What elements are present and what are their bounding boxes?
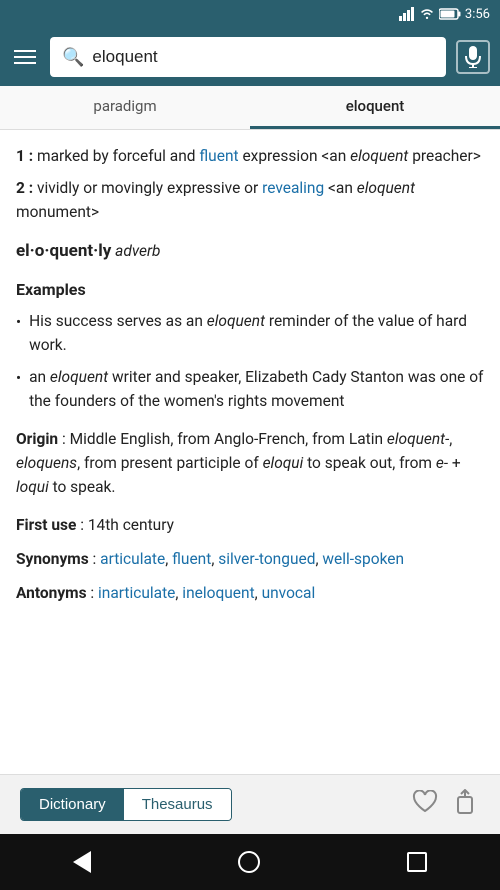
bullet-2: • — [16, 367, 21, 390]
origin-text: : Middle English, from Anglo-French, fro… — [16, 430, 461, 496]
signal-icon — [399, 7, 415, 21]
adverb-pos: adverb — [115, 242, 160, 260]
origin-label: Origin — [16, 430, 58, 448]
bullet-1: • — [16, 311, 21, 334]
antonym-inarticulate[interactable]: inarticulate — [98, 584, 175, 602]
share-icon[interactable] — [456, 789, 480, 821]
favorite-icon[interactable] — [412, 790, 438, 820]
back-button[interactable] — [73, 851, 91, 873]
nav-bar — [0, 834, 500, 890]
synonyms-section: Synonyms : articulate, fluent, silver-to… — [16, 547, 484, 571]
example-2: • an eloquent writer and speaker, Elizab… — [16, 365, 484, 413]
antonyms-colon: : — [90, 584, 98, 602]
first-use-section: First use : 14th century — [16, 513, 484, 537]
definition-1: 1 : marked by forceful and fluent expres… — [16, 144, 484, 168]
synonyms-colon: : — [93, 550, 101, 568]
adverb-word: el·o·quent·ly — [16, 241, 111, 261]
synonym-well-spoken[interactable]: well-spoken — [322, 550, 404, 568]
tab-eloquent[interactable]: eloquent — [250, 86, 500, 129]
bottom-toolbar: Dictionary Thesaurus — [0, 774, 500, 834]
battery-icon — [439, 8, 461, 20]
synonym-fluent[interactable]: fluent — [172, 550, 211, 568]
dict-thes-toggle: Dictionary Thesaurus — [20, 788, 232, 821]
time-display: 3:56 — [465, 7, 490, 22]
share-svg — [456, 789, 480, 815]
origin-section: Origin : Middle English, from Anglo-Fren… — [16, 427, 484, 499]
thesaurus-toggle[interactable]: Thesaurus — [124, 789, 231, 820]
status-bar: 3:56 — [0, 0, 500, 28]
definition-2: 2 : vividly or movingly expressive or re… — [16, 176, 484, 224]
content-area: 1 : marked by forceful and fluent expres… — [0, 130, 500, 774]
def-2-link-revealing[interactable]: revealing — [262, 179, 324, 197]
examples-section: Examples • His success serves as an eloq… — [16, 278, 484, 413]
example-2-text: an eloquent writer and speaker, Elizabet… — [29, 365, 484, 413]
antonyms-label: Antonyms — [16, 584, 87, 602]
heart-svg — [412, 790, 438, 814]
hamburger-button[interactable] — [10, 46, 40, 68]
example-1: • His success serves as an eloquent remi… — [16, 309, 484, 357]
synonym-silver-tongued[interactable]: silver-tongued — [218, 550, 315, 568]
synonym-articulate[interactable]: articulate — [100, 550, 165, 568]
search-input-wrap[interactable]: 🔍 — [50, 37, 446, 77]
home-button[interactable] — [238, 851, 260, 873]
def-1-text: marked by forceful and — [37, 147, 199, 165]
synonyms-label: Synonyms — [16, 550, 89, 568]
def-1-expr: expression <an eloquent preacher> — [242, 147, 480, 165]
search-bar-row: 🔍 — [0, 28, 500, 86]
def-num-2: 2 : — [16, 179, 33, 197]
def-1-link-fluent[interactable]: fluent — [199, 147, 238, 165]
search-icon: 🔍 — [62, 47, 84, 68]
adverb-section: el·o·quent·ly adverb — [16, 238, 484, 264]
antonyms-section: Antonyms : inarticulate, ineloquent, unv… — [16, 581, 484, 605]
example-1-text: His success serves as an eloquent remind… — [29, 309, 484, 357]
first-use-label: First use — [16, 516, 76, 534]
tab-row: paradigm eloquent — [0, 86, 500, 130]
status-icons: 3:56 — [399, 7, 490, 22]
dictionary-toggle[interactable]: Dictionary — [21, 789, 124, 820]
wifi-icon — [419, 7, 435, 21]
antonym-unvocal[interactable]: unvocal — [262, 584, 316, 602]
tab-paradigm[interactable]: paradigm — [0, 86, 250, 129]
search-input[interactable] — [92, 47, 434, 67]
mic-icon — [464, 46, 482, 68]
examples-title: Examples — [16, 278, 484, 303]
first-use-value: : 14th century — [80, 516, 174, 534]
toolbar-icons — [412, 789, 480, 821]
def-2-text: vividly or movingly expressive or — [37, 179, 262, 197]
examples-list: • His success serves as an eloquent remi… — [16, 309, 484, 413]
antonym-ineloquent[interactable]: ineloquent — [182, 584, 254, 602]
microphone-button[interactable] — [456, 40, 490, 74]
recents-button[interactable] — [407, 852, 427, 872]
def-num-1: 1 : — [16, 147, 33, 165]
